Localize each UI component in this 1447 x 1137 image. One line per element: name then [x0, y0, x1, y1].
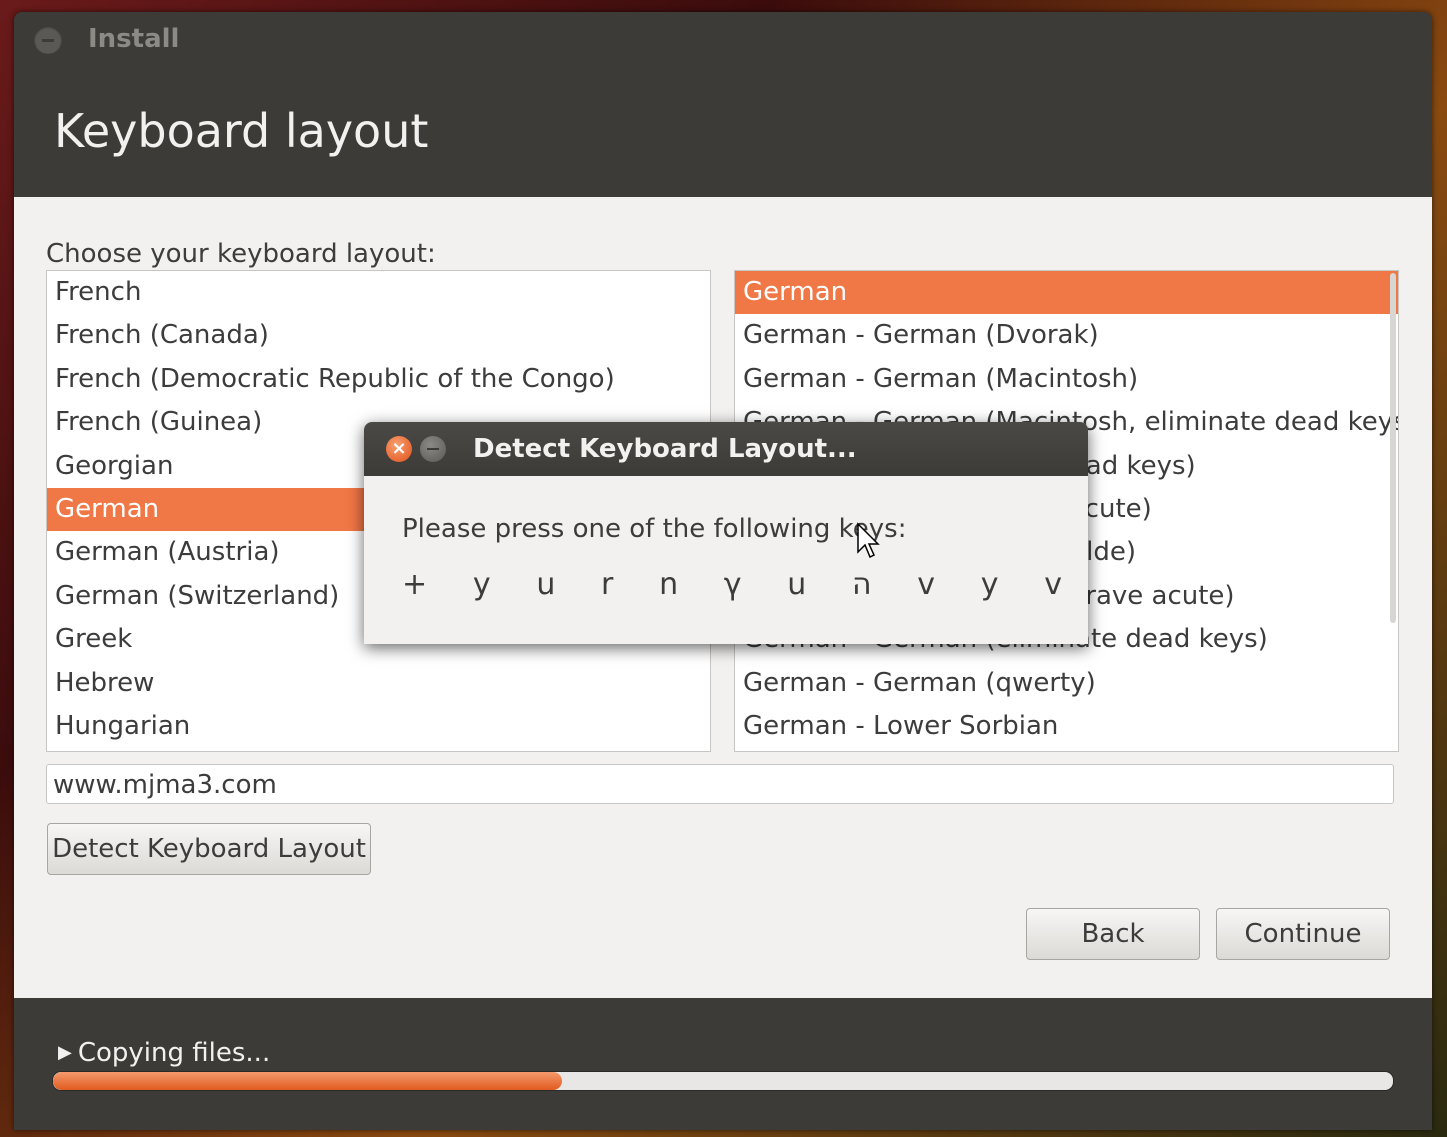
key-option: v — [1044, 567, 1062, 602]
minimize-icon[interactable] — [34, 26, 62, 54]
window-titlebar[interactable]: Install — [14, 12, 1432, 68]
list-item[interactable]: French — [47, 271, 710, 314]
dialog-title: Detect Keyboard Layout... — [473, 434, 857, 464]
continue-button[interactable]: Continue — [1216, 908, 1390, 960]
list-item[interactable]: Hebrew — [47, 662, 710, 705]
variant-list-scrollbar[interactable] — [1390, 273, 1396, 623]
detect-keyboard-layout-button[interactable]: Detect Keyboard Layout — [47, 823, 371, 875]
dialog-titlebar[interactable]: × Detect Keyboard Layout... — [364, 422, 1088, 476]
list-item[interactable]: German - German (Macintosh) — [735, 358, 1398, 401]
copy-progress-bar — [52, 1071, 1394, 1091]
footer: ▶ Copying files... — [14, 998, 1432, 1130]
list-item[interactable]: French (Canada) — [47, 314, 710, 357]
key-option: v — [917, 567, 936, 602]
detect-keyboard-dialog: × Detect Keyboard Layout... Please press… — [364, 422, 1088, 644]
layout-prompt: Choose your keyboard layout: — [46, 239, 436, 269]
back-button[interactable]: Back — [1026, 908, 1200, 960]
keyboard-test-input[interactable]: www.mjma3.com — [46, 764, 1394, 804]
list-item[interactable]: German — [735, 271, 1398, 315]
mouse-cursor-icon — [857, 522, 880, 559]
list-item[interactable]: German - Lower Sorbian — [735, 705, 1398, 748]
expander-arrow-icon[interactable]: ▶ — [58, 1042, 72, 1063]
dialog-prompt: Please press one of the following keys: — [402, 514, 907, 544]
copying-status[interactable]: ▶ Copying files... — [58, 1038, 270, 1068]
copy-progress-fill — [53, 1072, 563, 1090]
list-item[interactable]: German - German (qwerty) — [735, 662, 1398, 705]
key-option: + — [402, 567, 428, 602]
minimize-icon[interactable] — [420, 436, 446, 462]
copying-status-label: Copying files... — [77, 1038, 271, 1068]
list-item[interactable]: German - German (Dvorak) — [735, 314, 1398, 357]
close-icon[interactable]: × — [386, 436, 412, 462]
key-option: u — [536, 567, 556, 602]
key-option: γ — [723, 567, 742, 602]
key-option: n — [659, 567, 679, 602]
key-option: r — [601, 567, 614, 602]
key-option: u — [787, 567, 807, 602]
key-option: y — [472, 567, 491, 602]
key-options: + y u r n γ u ה v y v — [402, 567, 1062, 607]
list-item[interactable]: Hungarian — [47, 705, 710, 748]
page-title: Keyboard layout — [54, 104, 429, 158]
list-item[interactable]: French (Democratic Republic of the Congo… — [47, 358, 710, 401]
window-title: Install — [88, 24, 180, 54]
key-option: ה — [851, 567, 872, 602]
key-option: y — [980, 567, 999, 602]
